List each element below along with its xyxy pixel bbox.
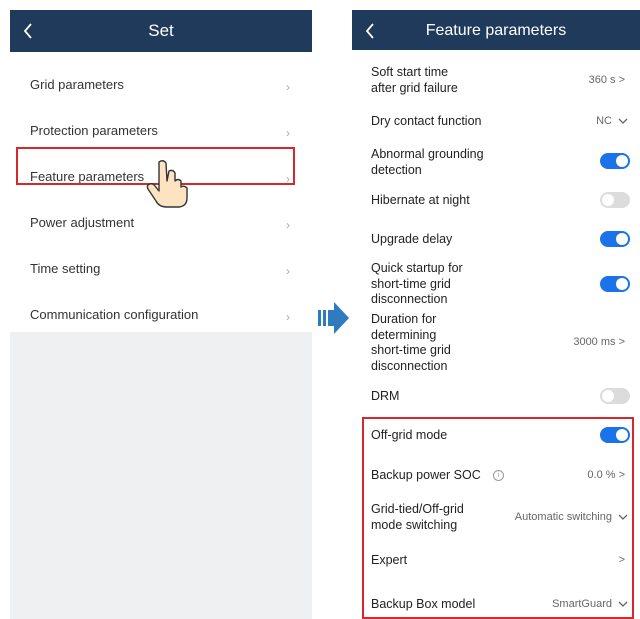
row-label: Abnormal grounding detection [371, 147, 484, 177]
set-screen: Set Grid parameters › Protection paramet… [10, 10, 312, 619]
page-title: Feature parameters [425, 22, 567, 39]
arrow-right-icon [318, 302, 349, 334]
row-label: Soft start time after grid failure [371, 65, 458, 95]
row-value: NC [596, 115, 612, 127]
menu-item-label: Communication configuration [30, 307, 199, 322]
chevron-right-icon: › [286, 80, 290, 94]
row-label: Quick startup for short-time grid discon… [371, 261, 463, 306]
row-value: 3000 ms > [573, 336, 625, 348]
toggle-switch[interactable] [600, 153, 630, 169]
chevron-right-icon: › [286, 126, 290, 140]
feature-parameters-header: Feature parameters [352, 10, 640, 50]
row-label: Dry contact function [371, 114, 482, 128]
menu-item-label: Grid parameters [30, 77, 124, 92]
menu-item-communication-configuration[interactable]: Communication configuration › [10, 293, 312, 339]
menu-item-time-setting[interactable]: Time setting › [10, 247, 312, 293]
toggle-switch[interactable] [600, 231, 630, 247]
row-label: DRM [371, 389, 400, 403]
menu-item-grid-parameters[interactable]: Grid parameters › [10, 63, 312, 109]
chevron-right-icon: › [286, 218, 290, 232]
chevron-right-icon: › [286, 310, 290, 324]
toggle-switch[interactable] [600, 192, 630, 208]
menu-item-label: Time setting [30, 261, 101, 276]
page-title: Set [148, 21, 174, 40]
chevron-right-icon: › [286, 264, 290, 278]
highlight-box [362, 417, 634, 619]
menu-item-label: Protection parameters [30, 123, 158, 138]
hand-pointer-icon [146, 160, 188, 208]
menu-item-label: Power adjustment [30, 215, 135, 230]
toggle-switch[interactable] [600, 276, 630, 292]
toggle-switch[interactable] [600, 388, 630, 404]
row-label: Duration for determining short-time grid… [371, 312, 451, 373]
row-label: Hibernate at night [371, 193, 470, 207]
row-label: Upgrade delay [371, 232, 453, 246]
set-header: Set [10, 10, 312, 52]
chevron-down-icon [618, 118, 628, 124]
row-value: 360 s > [588, 74, 625, 86]
